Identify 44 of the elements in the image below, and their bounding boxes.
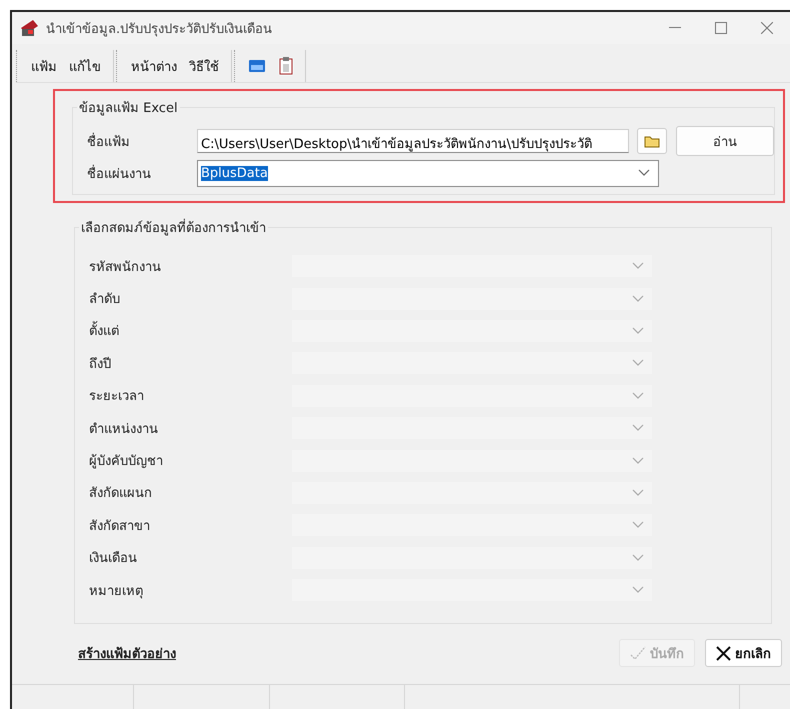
window-title: นำเข้าข้อมูล.ปรับปรุงประวัติปรับเงินเดือน [46, 20, 274, 38]
read-button[interactable]: อ่าน [676, 126, 774, 156]
field-label: ลำดับ [89, 291, 121, 310]
caret-icon [632, 326, 644, 335]
menu-item[interactable]: แก้ไข [69, 56, 101, 76]
calculator-icon[interactable] [249, 60, 265, 72]
field-label: ถึงปี [89, 356, 112, 374]
caret-icon [632, 359, 644, 368]
field-label: ชื่อแผ่นงาน [86, 164, 152, 184]
file-path-field[interactable]: C:\Users\User\Desktop\นำเข้าข้อมูลประวัติพนักงาน\ปรับปรุงประวัติ [197, 129, 629, 153]
clipboard-icon[interactable] [279, 57, 293, 75]
field-label: หมายเหตุ [89, 582, 144, 601]
menu-item[interactable]: หน้าต่าง [131, 56, 177, 76]
field-label: รหัสพนักงาน [89, 258, 162, 277]
browse-button[interactable] [637, 128, 667, 154]
field-label: ตำแหน่งงาน [89, 420, 159, 439]
field-label: ตั้งแต่ [89, 320, 291, 342]
cancel-button[interactable]: ยกเลิก [705, 639, 782, 667]
sheet-dropdown[interactable]: BplusData [197, 160, 659, 186]
caret-icon [632, 262, 644, 270]
caret-icon [632, 554, 644, 562]
caret-icon [632, 392, 644, 400]
group-title: เลือกสดมภ์ข้อมูลที่ต้องการนำเข้า [79, 217, 268, 238]
caret-icon [632, 586, 644, 594]
caret-icon [632, 456, 644, 465]
field-label: สังกัดแผนก [89, 485, 153, 504]
caret-icon [632, 521, 644, 530]
caret-icon [638, 169, 650, 177]
field-label: ระยะเวลา [89, 388, 145, 406]
close-icon [716, 646, 731, 660]
field-label: เงินเดือน [89, 550, 138, 568]
caret-icon [632, 488, 644, 497]
app-icon [20, 19, 40, 37]
folder-icon [644, 134, 660, 148]
caret-icon [632, 294, 644, 303]
group-title: ข้อมูลแฟ้ม Excel [78, 100, 179, 118]
menu-item[interactable]: วิธีใช้ [189, 56, 219, 76]
create-sample-link[interactable]: สร้างแฟ้มตัวอย่าง [78, 642, 609, 664]
caret-icon [632, 424, 644, 432]
field-label: ผู้บังคับบัญชา [89, 453, 164, 472]
field-label: สังกัดสาขา [89, 518, 151, 536]
field-label: ชื่อแฟ้ม [86, 132, 131, 152]
check-icon [630, 646, 646, 660]
menu-item[interactable]: แฟ้ม [31, 56, 57, 76]
